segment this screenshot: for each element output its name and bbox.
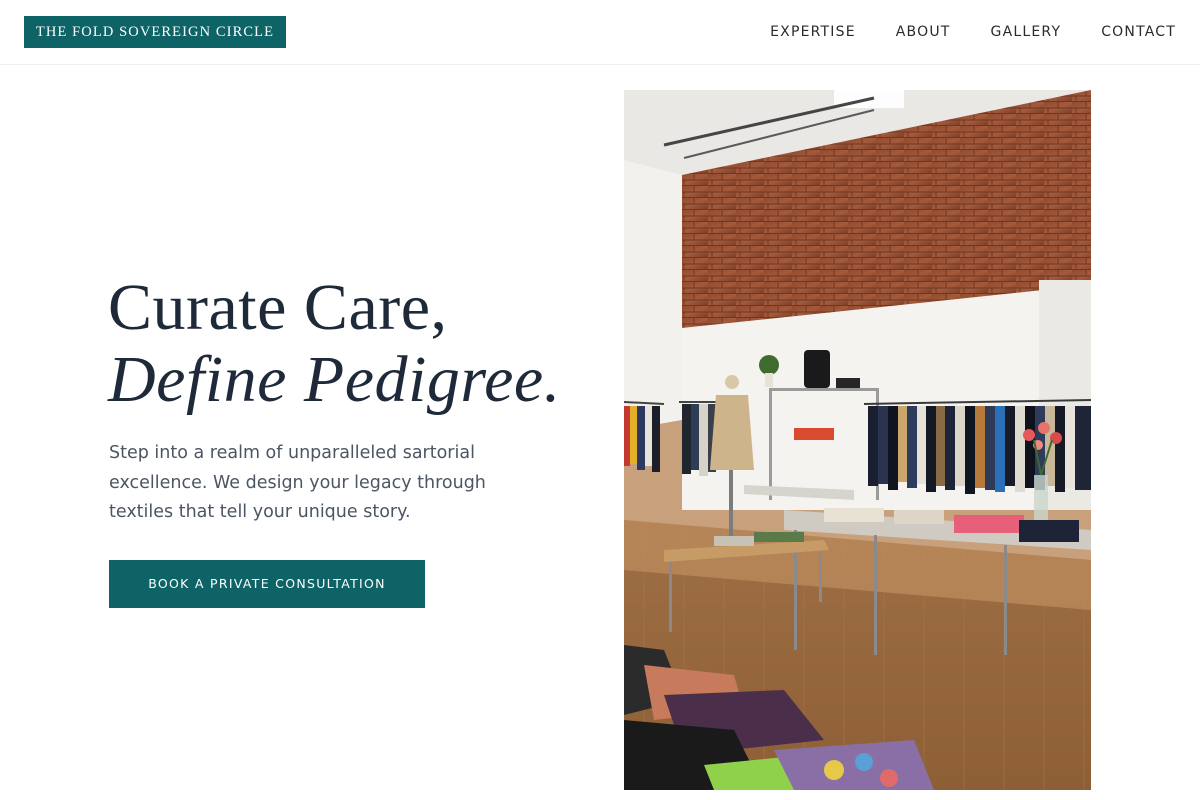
brand-logo[interactable]: THE FOLD SOVEREIGN CIRCLE (24, 16, 286, 48)
hero-heading-line-2: Define Pedigree. (108, 343, 561, 416)
nav-link-contact[interactable]: CONTACT (1101, 22, 1176, 42)
hero-heading: Curate Care, Define Pedigree. (108, 272, 561, 416)
mannequin (710, 375, 754, 540)
nav-link-gallery[interactable]: GALLERY (991, 22, 1062, 42)
nav-link-expertise[interactable]: EXPERTISE (770, 22, 856, 42)
side-wall (624, 160, 682, 430)
left-clothing-rack (624, 406, 660, 472)
boutique-interior-photo (624, 90, 1091, 790)
site-header: THE FOLD SOVEREIGN CIRCLE EXPERTISE ABOU… (0, 0, 1200, 65)
nav-link-about[interactable]: ABOUT (896, 22, 951, 42)
hero-subtext: Step into a realm of unparalleled sartor… (109, 443, 486, 522)
book-consultation-button[interactable]: BOOK A PRIVATE CONSULTATION (109, 560, 425, 608)
main-nav: EXPERTISE ABOUT GALLERY CONTACT (730, 22, 1176, 42)
right-clothing-rack (868, 406, 1091, 494)
hero-heading-line-1: Curate Care, (108, 271, 448, 344)
